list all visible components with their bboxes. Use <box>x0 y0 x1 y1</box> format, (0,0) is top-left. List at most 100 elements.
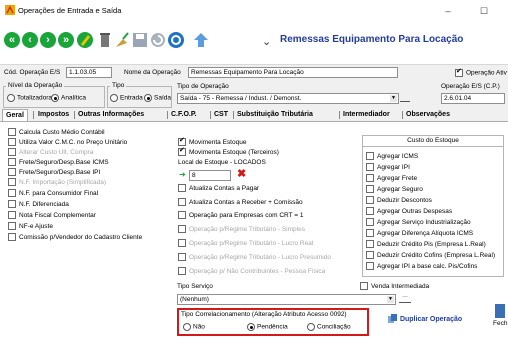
clear-icon[interactable]: ✖ <box>237 167 246 180</box>
refresh-icon[interactable] <box>167 31 185 49</box>
mail-icon[interactable] <box>192 31 210 49</box>
checkbox-calcula-custo[interactable]: Calcula Custo Médio Contábil <box>8 128 105 138</box>
correl-conciliacao-label: Conciliação <box>317 323 351 331</box>
tab-observacoes[interactable]: Observações <box>403 109 453 120</box>
minimize-button[interactable]: – <box>440 4 456 18</box>
cod-operacao-field[interactable]: 1.1.03.05 <box>66 67 112 78</box>
window-title: Operações de Entrada e Saída <box>18 6 122 15</box>
checkbox-utiliza-cmc[interactable]: Utiliza Valor C.M.C. no Preço Unitário <box>8 138 127 148</box>
checkbox-contas-receber[interactable]: Atualiza Contas a Receber + Comissão <box>178 198 303 208</box>
agregar-outras-despesas-label: Agregar Outras Despesas <box>377 208 453 215</box>
pointer-arrow-icon: ➜ <box>179 170 186 179</box>
radio-saida[interactable]: Saída <box>144 94 171 102</box>
checkbox-deduzir-descontos[interactable]: Deduzir Descontos <box>366 196 432 206</box>
tab-geral[interactable]: Geral <box>2 109 28 121</box>
agregar-icms-label: Agregar ICMS <box>377 153 419 160</box>
duplicar-operacao-label: Duplicar Operação <box>399 315 463 323</box>
save-icon[interactable] <box>131 31 149 49</box>
checkbox-movimenta-terceiros[interactable]: Movimenta Estoque (Terceiros) <box>178 146 279 158</box>
tipo-group: Tipo Entrada Saída <box>107 82 172 108</box>
tipo-servico-select[interactable]: (Nenhum) ▼ <box>177 294 396 305</box>
radio-correl-conciliacao[interactable]: Conciliação <box>307 323 351 331</box>
checkbox-frete-ipi[interactable]: Frete/Seguro/Desp.Base IPI <box>8 168 100 178</box>
checkbox-regime-lucro-real[interactable]: Operação p/Regime Tributário - Lucro Rea… <box>178 239 313 249</box>
broom-icon[interactable] <box>113 31 131 49</box>
nome-operacao-label: Nome da Operação <box>124 69 181 76</box>
frete-icms-label: Frete/Seguro/Desp.Base ICMS <box>19 159 109 166</box>
checkbox-agregar-icms[interactable]: Agregar ICMS <box>366 152 418 162</box>
checkbox-regime-lucro-presumido[interactable]: Operação p/Regime Tributário - Lucro Pre… <box>178 253 331 263</box>
radio-correl-nao[interactable]: Não <box>183 323 205 331</box>
checkbox-frete-icms[interactable]: Frete/Seguro/Desp.Base ICMS <box>8 158 109 168</box>
checkbox-contas-pagar[interactable]: Atualiza Contas a Pagar <box>178 184 259 194</box>
tipo-operacao-select[interactable]: Saída - 75 - Remessa / Indust. / Demonst… <box>177 93 399 104</box>
totalizadora-label: Totalizadora <box>17 94 53 102</box>
next-record-icon[interactable]: › <box>40 32 56 48</box>
checkbox-agregar-frete[interactable]: Agregar Frete <box>366 174 417 184</box>
deduzir-credito-cofins-label: Deduzir Crédito Cofins (Empresa L.Real) <box>377 252 496 259</box>
nf-diferenciada-label: N.F. Diferenciada <box>19 201 69 208</box>
checkbox-agregar-ipi[interactable]: Agregar IPI <box>366 163 410 173</box>
tipo-correlacionamento-group: Tipo Correlacionamento (Alteração Atribu… <box>177 308 369 336</box>
checkbox-agregar-diferenca-aliquota[interactable]: Agregar Diferença Alíquota ICMS <box>366 229 473 239</box>
maximize-button[interactable]: ☐ <box>476 4 492 18</box>
entrada-label: Entrada <box>120 94 143 102</box>
checkbox-agregar-ipi-base-pis-cofins[interactable]: Agregar IPI a base calc. Pis/Cofins <box>366 262 477 272</box>
checkbox-agregar-servico-industrializacao[interactable]: Agregar Serviço Industrialização <box>366 218 471 228</box>
correl-pendencia-label: Pendência <box>257 323 288 331</box>
duplicar-operacao-button[interactable]: Duplicar Operação <box>388 314 462 324</box>
checkbox-regime-simples[interactable]: Operação p/Regime Tributário - Simples <box>178 225 305 235</box>
operacao-ativa-checkbox[interactable]: Operação Ativ <box>455 67 507 77</box>
tipo-operacao-lookup-button[interactable] <box>400 92 410 102</box>
trash-icon[interactable] <box>96 31 114 49</box>
checkbox-deduzir-credito-cofins[interactable]: Deduzir Crédito Cofins (Empresa L.Real) <box>366 251 495 261</box>
door-exit-icon[interactable] <box>494 304 506 318</box>
radio-totalizadora[interactable]: Totalizadora <box>7 94 52 102</box>
last-record-icon[interactable]: » <box>58 32 74 48</box>
checkbox-nf-consumidor[interactable]: N.F. para Consumidor Final <box>8 189 98 199</box>
checkbox-agregar-outras-despesas[interactable]: Agregar Outras Despesas <box>366 207 452 217</box>
tab-intermediador[interactable]: Intermediador <box>340 109 393 120</box>
checkbox-nfe-ajuste[interactable]: NF-e Ajuste <box>8 222 53 232</box>
agregar-ipi-label: Agregar IPI <box>377 164 410 171</box>
page-title: Remessas Equipamento Para Locação <box>280 34 464 45</box>
tipo-operacao-value: Saída - 75 - Remessa / Indust. / Demonst… <box>180 95 302 102</box>
fechar-label: Fech <box>493 320 508 327</box>
local-estoque-field[interactable]: 8 <box>189 170 231 181</box>
checkbox-nf-importacao[interactable]: N.F. Importação (Simplificada) <box>8 178 106 188</box>
comissao-vendedor-label: Comissão p/Vendedor do Cadastro Cliente <box>19 234 143 241</box>
radio-analitica[interactable]: Analítica <box>51 94 86 102</box>
tab-outras-informacoes[interactable]: Outras Informações <box>75 109 147 120</box>
movimenta-terceiros-label: Movimenta Estoque (Terceiros) <box>189 149 279 156</box>
tab-bar: Geral Impostos Outras Informações C.F.O.… <box>0 109 508 122</box>
checkbox-venda-intermediada[interactable]: Venda Intermediada <box>360 282 429 292</box>
operacao-cp-field[interactable]: 2.6.01.04 <box>441 93 505 104</box>
checkbox-nao-contribuintes[interactable]: Operação p/ Não Contribuintes - Pessoa F… <box>178 267 325 277</box>
radio-correl-pendencia[interactable]: Pendência <box>247 323 288 331</box>
nome-operacao-field[interactable]: Remessas Equipamento Para Locação <box>188 67 398 78</box>
edit-pencil-icon[interactable] <box>76 31 94 49</box>
checkbox-nf-diferenciada[interactable]: N.F. Diferenciada <box>8 200 69 210</box>
tab-substituicao-tributaria[interactable]: Substituição Tributária <box>234 109 316 120</box>
checkbox-agregar-seguro[interactable]: Agregar Seguro <box>366 185 423 195</box>
calcula-custo-label: Calcula Custo Médio Contábil <box>19 129 105 136</box>
radio-entrada[interactable]: Entrada <box>110 94 143 102</box>
cancel-icon[interactable] <box>149 31 167 49</box>
checkbox-nf-complementar[interactable]: Nota Fiscal Complementar <box>8 211 96 221</box>
checkbox-movimenta-estoque[interactable]: Movimenta Estoque <box>178 136 246 148</box>
dropdown-arrow-icon: ▼ <box>387 296 394 303</box>
tab-cst[interactable]: CST <box>211 109 231 120</box>
checkbox-comissao-vendedor[interactable]: Comissão p/Vendedor do Cadastro Cliente <box>8 233 142 243</box>
tab-cfop[interactable]: C.F.O.P. <box>168 109 200 120</box>
checkbox-deduzir-credito-pis[interactable]: Deduzir Crédito Pis (Empresa L.Real) <box>366 240 486 250</box>
checkbox-crt1[interactable]: Operação para Empresas com CRT = 1 <box>178 211 303 221</box>
tipo-servico-lookup-button[interactable]: ... <box>399 292 411 303</box>
first-record-icon[interactable]: « <box>4 32 20 48</box>
checkbox-alterar-custo[interactable]: Alterar Custo Ult. Compra <box>8 148 93 158</box>
chevron-down-icon[interactable]: ⌄ <box>262 35 271 48</box>
previous-record-icon[interactable]: ‹ <box>22 32 38 48</box>
tab-impostos[interactable]: Impostos <box>35 109 72 120</box>
operacao-cp-label: Operação E/S (C.P.) <box>441 83 500 90</box>
cod-operacao-label: Cód. Operação E/S <box>4 69 61 76</box>
duplicate-icon <box>388 314 397 323</box>
